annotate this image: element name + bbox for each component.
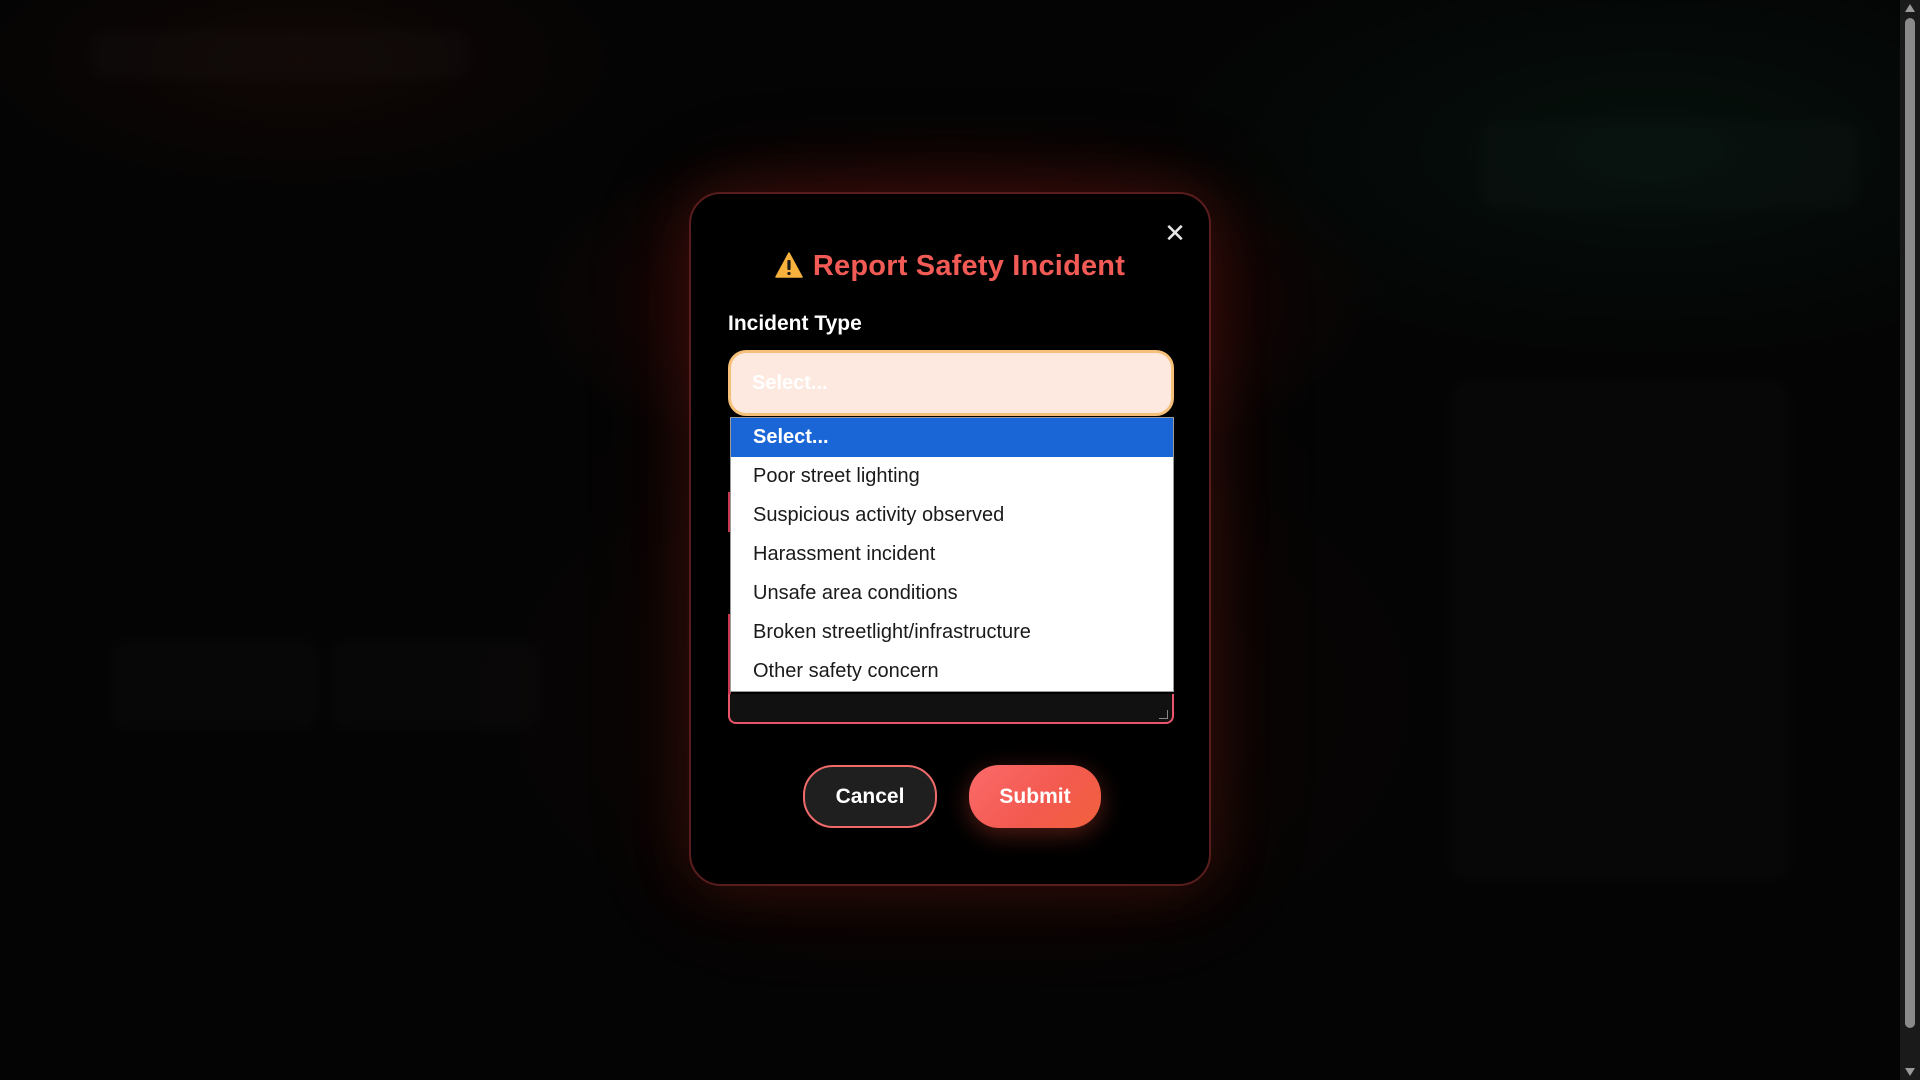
- option-select[interactable]: Select...: [731, 418, 1173, 457]
- option-unsafe-area-conditions[interactable]: Unsafe area conditions: [731, 574, 1173, 613]
- page-background: ✕ Report Safety Incident Incident Type S…: [0, 0, 1920, 1080]
- scroll-thumb[interactable]: [1905, 18, 1915, 1028]
- option-other-safety-concern[interactable]: Other safety concern: [731, 652, 1173, 691]
- report-incident-modal: ✕ Report Safety Incident Incident Type S…: [689, 192, 1211, 886]
- modal-title: Report Safety Incident: [691, 250, 1209, 286]
- scroll-down-icon[interactable]: [1905, 1068, 1915, 1076]
- option-broken-streetlight[interactable]: Broken streetlight/infrastructure: [731, 613, 1173, 652]
- option-suspicious-activity[interactable]: Suspicious activity observed: [731, 496, 1173, 535]
- incident-type-options: Select... Poor street lighting Suspiciou…: [730, 417, 1174, 692]
- close-icon: ✕: [1164, 219, 1186, 249]
- cancel-button[interactable]: Cancel: [803, 765, 937, 828]
- incident-type-label: Incident Type: [728, 312, 862, 335]
- warning-icon: [775, 252, 803, 286]
- incident-type-select[interactable]: Select...: [728, 350, 1174, 416]
- scroll-up-icon[interactable]: [1905, 4, 1915, 12]
- page-scrollbar[interactable]: [1900, 0, 1920, 1080]
- modal-title-text: Report Safety Incident: [812, 250, 1126, 282]
- resize-grip-icon[interactable]: [1159, 710, 1168, 719]
- submit-button[interactable]: Submit: [969, 765, 1101, 828]
- option-poor-street-lighting[interactable]: Poor street lighting: [731, 457, 1173, 496]
- close-button[interactable]: ✕: [1161, 220, 1189, 248]
- description-textarea[interactable]: [728, 694, 1174, 724]
- option-harassment-incident[interactable]: Harassment incident: [731, 535, 1173, 574]
